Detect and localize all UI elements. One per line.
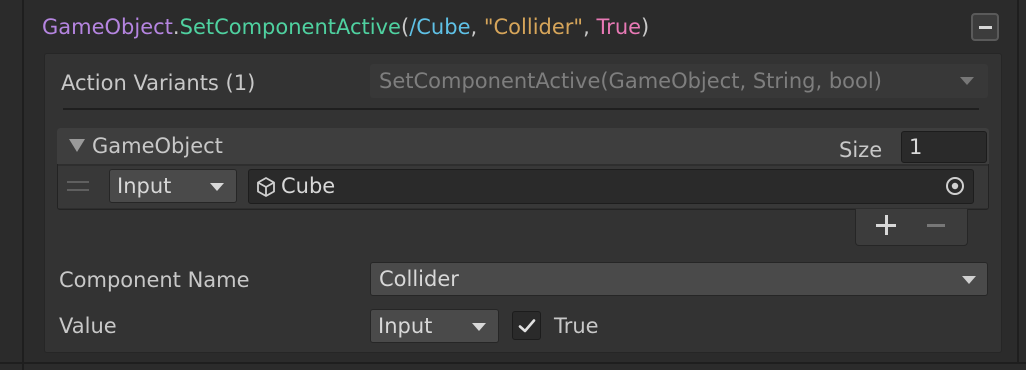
signature-open-paren: ( (400, 15, 410, 39)
minus-icon (978, 25, 992, 29)
value-mode-value: Input (378, 314, 433, 338)
action-variants-label: Action Variants (1) (61, 71, 256, 95)
target-icon (946, 177, 964, 195)
checkmark-icon (518, 318, 535, 332)
list-add-remove-footer (855, 209, 968, 246)
value-checkbox[interactable] (512, 311, 541, 340)
collapse-button[interactable] (971, 13, 999, 41)
drag-handle-icon[interactable] (67, 181, 89, 191)
action-variants-value: SetComponentActive(GameObject, String, b… (379, 69, 882, 93)
action-node: GameObject.SetComponentActive(/Cube, "Co… (0, 0, 1026, 370)
signature-comma: , (583, 15, 597, 39)
chevron-down-icon (960, 77, 974, 85)
left-rail (22, 0, 24, 370)
object-picker-button[interactable] (938, 170, 972, 202)
signature-arg-path: /Cube (409, 15, 471, 39)
add-item-button[interactable] (876, 215, 896, 235)
component-name-label: Component Name (59, 268, 250, 292)
component-name-dropdown[interactable]: Collider (370, 262, 988, 296)
signature-close-paren: ) (641, 15, 650, 39)
right-rail (1017, 0, 1019, 364)
gameobject-mode-value: Input (117, 174, 172, 198)
size-label: Size (839, 138, 883, 162)
value-label: Value (59, 314, 117, 338)
signature-dot: . (172, 15, 180, 39)
signature-arg-string: "Collider" (483, 15, 584, 39)
gameobject-object-value: Cube (281, 174, 336, 198)
gameobject-object-field[interactable]: Cube (248, 169, 974, 204)
gameobject-mode-dropdown[interactable]: Input (109, 169, 237, 203)
action-variants-dropdown[interactable]: SetComponentActive(GameObject, String, b… (370, 64, 988, 98)
value-mode-dropdown[interactable]: Input (370, 309, 499, 343)
chevron-down-icon (210, 183, 224, 191)
cube-icon (257, 177, 275, 197)
gameobject-list-label: GameObject (92, 134, 223, 158)
size-field[interactable]: 1 (901, 131, 987, 163)
component-name-value: Collider (379, 267, 459, 291)
foldout-arrow-icon[interactable] (69, 139, 85, 152)
signature-class: GameObject (42, 15, 173, 39)
remove-item-button[interactable] (927, 224, 945, 227)
chevron-down-icon (962, 276, 976, 284)
signature-method: SetComponentActive (179, 15, 401, 39)
section-divider (63, 108, 979, 110)
value-text: True (554, 314, 599, 338)
bottom-divider (0, 362, 1026, 364)
signature-comma: , (470, 15, 484, 39)
action-signature: GameObject.SetComponentActive(/Cube, "Co… (42, 10, 649, 44)
chevron-down-icon (472, 323, 486, 331)
signature-arg-bool: True (596, 15, 642, 39)
